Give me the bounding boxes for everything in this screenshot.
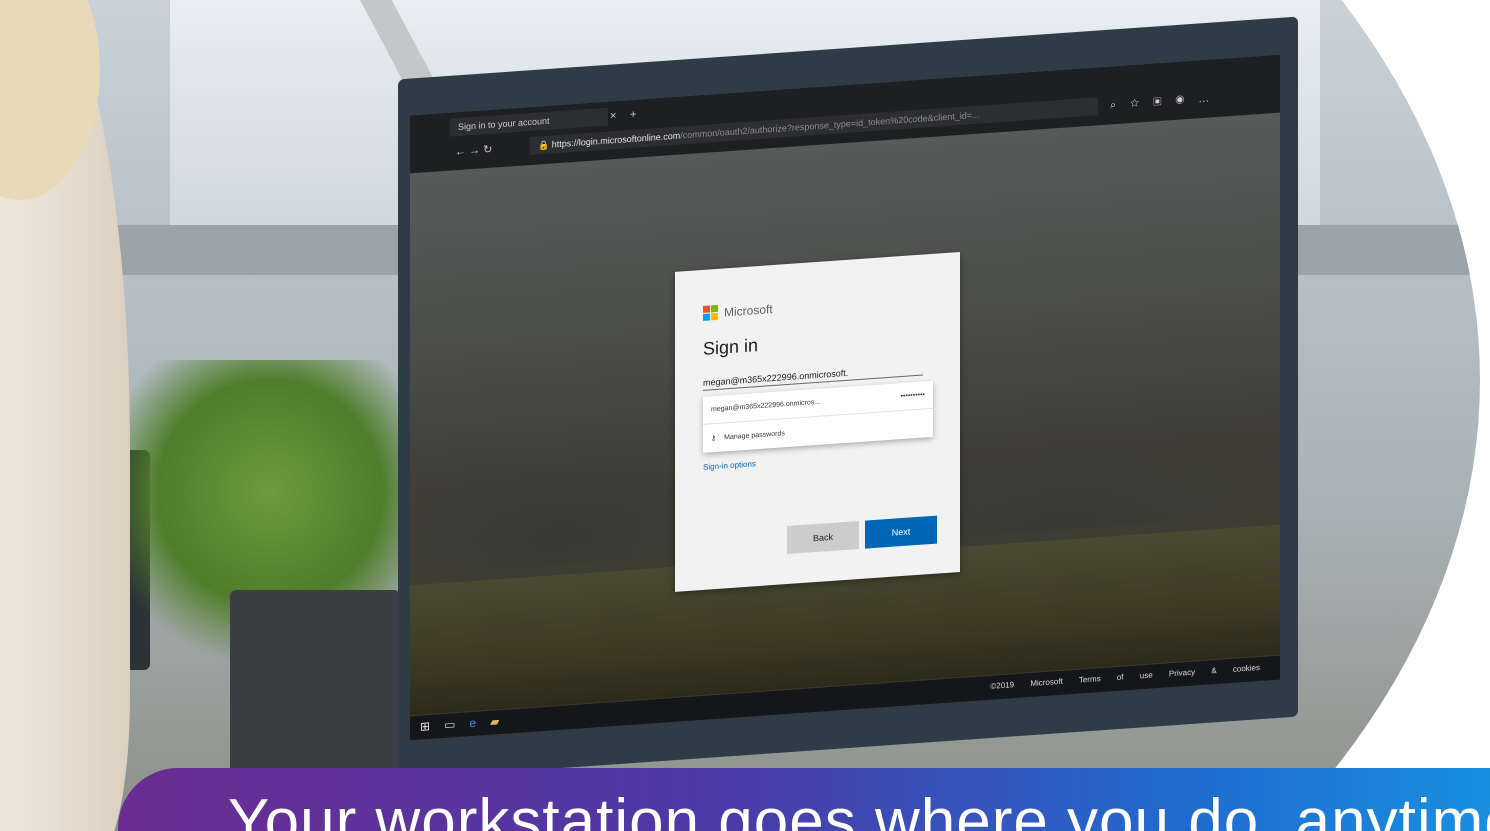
plant-pot: [230, 590, 400, 790]
profile-icon[interactable]: ◉: [1176, 93, 1199, 107]
task-view-icon[interactable]: ▭: [444, 716, 469, 732]
windows-start-icon[interactable]: ⊞: [420, 718, 444, 734]
manage-passwords-label: Manage passwords: [724, 429, 785, 441]
nav-buttons: ← → ↻: [455, 143, 492, 159]
tab-close-icon[interactable]: ×: [610, 107, 616, 125]
edge-browser-icon[interactable]: e: [469, 715, 490, 730]
lock-icon: 🔒: [538, 139, 550, 151]
new-tab-icon[interactable]: +: [630, 106, 636, 124]
brand-name: Microsoft: [724, 301, 773, 319]
office-photo: Sign in to your account × + ← → ↻ 🔒 http…: [0, 0, 1480, 831]
forward-arrow-icon[interactable]: →: [469, 145, 480, 158]
back-button[interactable]: Back: [787, 521, 859, 555]
signin-buttons: Back Next: [787, 515, 937, 555]
autofill-dropdown: megan@m365x222996.onmicros... ••••••••••…: [703, 380, 933, 453]
promo-banner: Your workstation goes where you do, anyt…: [118, 768, 1490, 831]
collections-icon[interactable]: ▣: [1153, 95, 1175, 109]
monitor-screen: Sign in to your account × + ← → ↻ 🔒 http…: [410, 54, 1280, 741]
key-icon: ⚷: [711, 435, 717, 443]
back-arrow-icon[interactable]: ←: [455, 146, 466, 159]
next-button[interactable]: Next: [865, 515, 937, 549]
url-path: /common/oauth2/authorize?response_type=i…: [680, 109, 980, 141]
refresh-icon[interactable]: ↻: [483, 144, 492, 157]
zoom-icon[interactable]: ⌕: [1110, 98, 1130, 111]
banner-headline: Your workstation goes where you do, anyt…: [228, 787, 1490, 831]
autofill-password: ••••••••••: [900, 391, 925, 401]
autofill-account: megan@m365x222996.onmicros...: [711, 398, 821, 414]
more-menu-icon[interactable]: …: [1198, 92, 1223, 106]
address-bar[interactable]: 🔒 https://login.microsoftonline.com/comm…: [530, 97, 1098, 156]
file-explorer-icon[interactable]: ▰: [490, 713, 513, 729]
url-host: https://login.microsoftonline.com: [551, 130, 681, 150]
microsoft-logo: Microsoft: [703, 288, 960, 321]
microsoft-logo-icon: [703, 304, 718, 321]
browser-toolbar-icons: ⌕☆▣◉…: [1110, 92, 1223, 113]
signin-card: Microsoft Sign in megan@m365x222996.onmi…: [675, 251, 960, 592]
signin-title: Sign in: [703, 335, 759, 359]
favorite-star-icon[interactable]: ☆: [1130, 96, 1153, 110]
taskbar-icons: ⊞▭e▰: [420, 713, 513, 734]
